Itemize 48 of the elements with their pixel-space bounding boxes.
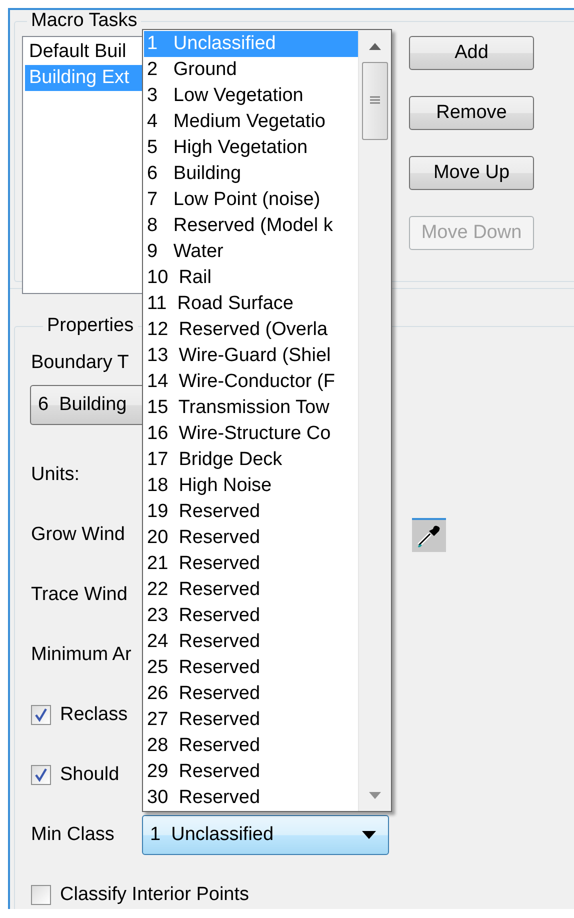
dropdown-option[interactable]: 9 Water: [144, 239, 358, 265]
caret-icon: [362, 831, 376, 839]
dropdown-option[interactable]: 3 Low Vegetation: [144, 83, 358, 109]
dropdown-option[interactable]: 21 Reserved: [144, 551, 358, 577]
group-title: Properties: [46, 315, 135, 337]
checkbox-label: Classify Interior Points: [60, 884, 250, 906]
dropdown-option[interactable]: 10 Rail: [144, 265, 358, 291]
field-label: Trace Wind: [31, 584, 128, 606]
dropdown-option[interactable]: 6 Building: [144, 161, 358, 187]
field-label: Grow Wind: [31, 524, 126, 546]
dropdown-option[interactable]: 5 High Vegetation: [144, 135, 358, 161]
dropdown-option[interactable]: 29 Reserved: [144, 759, 358, 785]
dropdown-option[interactable]: 30 Reserved: [144, 785, 358, 811]
field-label: Boundary T: [31, 351, 129, 375]
action-button[interactable]: Move Up: [409, 156, 534, 190]
dropdown-option[interactable]: 11 Road Surface: [144, 291, 358, 317]
field-label: Minimum Ar: [31, 644, 132, 666]
group-title: Macro Tasks: [30, 10, 138, 32]
dropdown-option[interactable]: 22 Reserved: [144, 577, 358, 603]
dropdown-option[interactable]: 17 Bridge Deck: [144, 447, 358, 473]
checkbox[interactable]: [31, 885, 51, 905]
dropdown-option[interactable]: 12 Reserved (Overla: [144, 317, 358, 343]
scroll-thumb[interactable]: [362, 62, 388, 140]
dropdown-option[interactable]: 28 Reserved: [144, 733, 358, 759]
scrollbar[interactable]: [358, 30, 391, 811]
dropdown-option[interactable]: 18 High Noise: [144, 473, 358, 499]
dropdown-option[interactable]: 25 Reserved: [144, 655, 358, 681]
checkbox-label: Should: [60, 764, 120, 786]
dropdown-option[interactable]: 8 Reserved (Model k: [144, 213, 358, 239]
checkbox-label: Reclass: [60, 704, 128, 726]
field-label: Min Class: [31, 824, 116, 846]
dropdown-option[interactable]: 27 Reserved: [144, 707, 358, 733]
checkbox[interactable]: [31, 765, 51, 785]
checkbox[interactable]: [31, 705, 51, 725]
eyedropper-icon[interactable]: [412, 518, 446, 552]
dropdown-option[interactable]: 23 Reserved: [144, 603, 358, 629]
dropdown-option[interactable]: 19 Reserved: [144, 499, 358, 525]
dropdown-option[interactable]: 20 Reserved: [144, 525, 358, 551]
dropdown-option[interactable]: 7 Low Point (noise): [144, 187, 358, 213]
dropdown-option[interactable]: 4 Medium Vegetatio: [144, 109, 358, 135]
action-button[interactable]: Remove: [409, 96, 534, 130]
class-dropdown[interactable]: 1 Unclassified: [142, 815, 389, 855]
dropdown-option[interactable]: 2 Ground: [144, 57, 358, 83]
dropdown-option[interactable]: 24 Reserved: [144, 629, 358, 655]
dropdown-option[interactable]: 26 Reserved: [144, 681, 358, 707]
field-label: Units:: [31, 464, 81, 486]
dropdown-option[interactable]: 13 Wire-Guard (Shiel: [144, 343, 358, 369]
action-button[interactable]: Add: [409, 36, 534, 70]
